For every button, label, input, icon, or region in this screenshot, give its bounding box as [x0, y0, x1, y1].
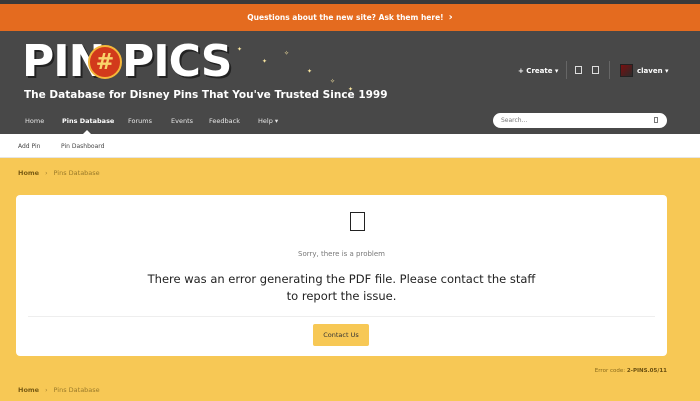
logo-hash-badge: #	[88, 45, 122, 79]
chevron-right-icon: ›	[45, 386, 48, 394]
error-code-value: 2-PINS.05/11	[626, 368, 667, 374]
logo-word-pics: PICS	[122, 36, 232, 87]
nav-help[interactable]: Help ▾	[258, 117, 278, 125]
sparkle-decoration: ✦	[237, 46, 243, 53]
nav-events[interactable]: Events	[171, 117, 193, 125]
search-input[interactable]	[493, 113, 667, 128]
card-divider	[28, 316, 655, 317]
sparkle-decoration: ✦	[307, 68, 313, 75]
sub-nav: Add Pin Pin Dashboard	[0, 134, 700, 158]
contact-us-button[interactable]: Contact Us	[313, 324, 369, 346]
error-code-label: Error code:	[594, 368, 626, 374]
breadcrumb: Home › Pins Database	[18, 169, 100, 177]
sparkle-decoration: ✦	[262, 58, 268, 65]
create-button[interactable]: + Create ▾	[518, 61, 558, 81]
envelope-icon[interactable]	[592, 66, 599, 74]
nav-pins-database[interactable]: Pins Database	[62, 117, 114, 125]
search-icon[interactable]	[654, 117, 658, 123]
site-logo[interactable]: PIN # PICS ✦ ✦ ✧ ✦ ✧ ✦ The Database for …	[22, 36, 388, 104]
error-code: Error code: 2-PINS.05/11	[595, 368, 667, 374]
error-card: Sorry, there is a problem There was an e…	[16, 195, 667, 356]
nav-home[interactable]: Home	[25, 117, 44, 125]
error-message: There was an error generating the PDF fi…	[147, 272, 536, 303]
chevron-right-icon: ›	[45, 169, 48, 177]
breadcrumb-home[interactable]: Home	[18, 386, 39, 394]
avatar[interactable]	[620, 64, 633, 77]
breadcrumb-current[interactable]: Pins Database	[54, 169, 100, 177]
nav-forums[interactable]: Forums	[128, 117, 152, 125]
subnav-pin-dashboard[interactable]: Pin Dashboard	[61, 143, 104, 150]
sparkle-decoration: ✧	[330, 78, 336, 85]
breadcrumb-bottom: Home › Pins Database	[18, 386, 100, 394]
sparkle-decoration: ✧	[284, 50, 290, 57]
main-nav: Home Pins Database Forums Events Feedbac…	[0, 110, 700, 134]
breadcrumb-home[interactable]: Home	[18, 169, 39, 177]
announcement-text[interactable]: Questions about the new site? Ask them h…	[247, 13, 443, 22]
divider	[609, 61, 610, 79]
nav-feedback[interactable]: Feedback	[209, 117, 240, 125]
logo-tagline: The Database for Disney Pins That You've…	[24, 89, 388, 101]
announcement-bar[interactable]: Questions about the new site? Ask them h…	[0, 4, 700, 31]
breadcrumb-current[interactable]: Pins Database	[54, 386, 100, 394]
site-header: PIN # PICS ✦ ✦ ✧ ✦ ✧ ✦ The Database for …	[0, 31, 700, 110]
bell-icon[interactable]	[575, 66, 582, 74]
username-menu[interactable]: claven ▾	[637, 61, 669, 81]
subnav-add-pin[interactable]: Add Pin	[18, 143, 40, 150]
chevron-right-icon: ›	[448, 11, 453, 23]
divider	[566, 61, 567, 79]
error-heading: Sorry, there is a problem	[298, 250, 385, 258]
document-icon	[350, 212, 365, 231]
